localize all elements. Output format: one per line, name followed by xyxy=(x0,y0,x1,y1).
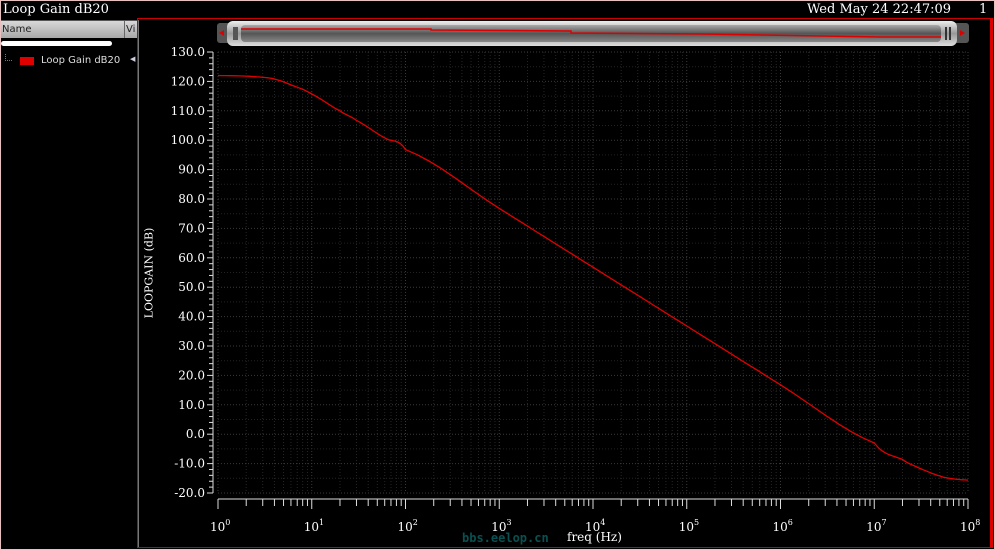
y-tick-label: 80.0 xyxy=(178,192,205,206)
x-tick-label: 106 xyxy=(773,518,793,534)
watermark: bbs.eelop.cn xyxy=(462,531,549,545)
plot-axes: 130.0 120.0 110.0 100.0 90.0 80.0 70.0 60.0 50.0… xyxy=(171,45,981,534)
y-tick-label: 50.0 xyxy=(178,280,205,294)
zoom-scrollbar[interactable] xyxy=(217,21,969,46)
y-tick-label: 100.0 xyxy=(171,133,205,147)
y-tick-label: 30.0 xyxy=(178,339,205,353)
x-tick-label: 100 xyxy=(210,518,230,534)
y-tick-label: 0.0 xyxy=(186,427,205,441)
scrollbar-left-handle[interactable] xyxy=(233,27,238,40)
y-tick-label: -10.0 xyxy=(174,457,205,471)
y-tick-label: 90.0 xyxy=(178,163,205,177)
x-tick-label: 101 xyxy=(304,518,324,534)
plot-grid xyxy=(218,52,968,493)
y-tick-label: 70.0 xyxy=(178,221,205,235)
x-axis-label: freq (Hz) xyxy=(567,530,622,544)
scrollbar-right-handle[interactable] xyxy=(945,27,947,40)
y-tick-label: 20.0 xyxy=(178,368,205,382)
x-tick-label: 107 xyxy=(866,518,886,534)
x-tick-label: 105 xyxy=(679,518,699,534)
y-tick-label: 60.0 xyxy=(178,251,205,265)
y-tick-label: 40.0 xyxy=(178,310,205,324)
y-tick-label: 10.0 xyxy=(178,398,205,412)
y-tick-label: -20.0 xyxy=(174,486,205,500)
y-tick-label: 120.0 xyxy=(171,74,205,88)
x-tick-label: 108 xyxy=(960,518,980,534)
y-tick-label: 110.0 xyxy=(171,104,205,118)
waveform-window: Loop Gain dB20 Wed May 24 22:47:09 2023 … xyxy=(0,0,995,550)
y-tick-label: 130.0 xyxy=(171,45,205,59)
x-tick-label: 102 xyxy=(398,518,418,534)
y-axis-label: LOOPGAIN (dB) xyxy=(143,228,156,319)
